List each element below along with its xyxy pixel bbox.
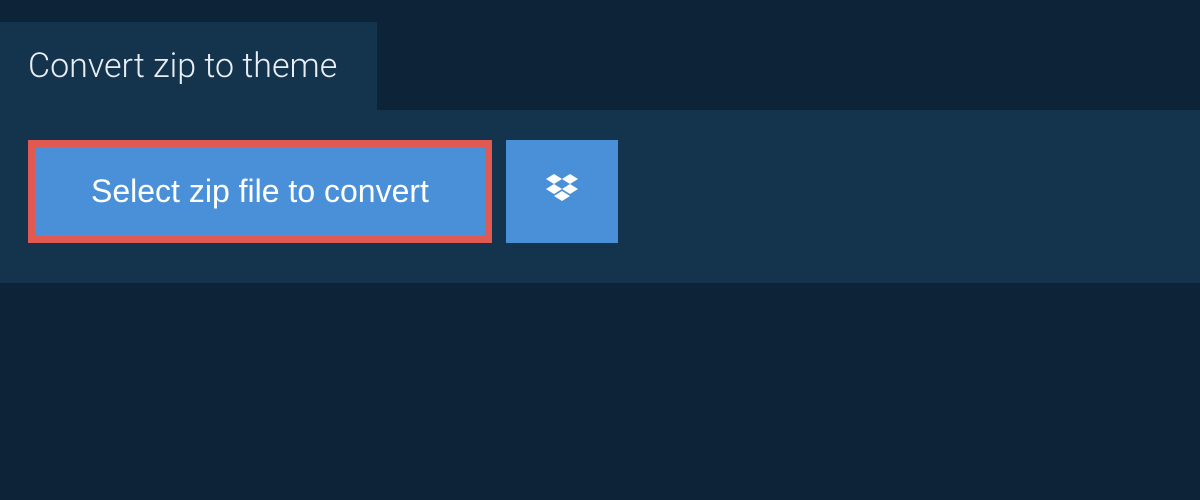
- button-row: Select zip file to convert: [28, 140, 1172, 243]
- dropbox-button[interactable]: [506, 140, 618, 243]
- upload-panel: Select zip file to convert: [0, 110, 1200, 283]
- select-file-button[interactable]: Select zip file to convert: [35, 147, 485, 236]
- select-button-highlight: Select zip file to convert: [28, 140, 492, 243]
- page-title: Convert zip to theme: [28, 46, 337, 86]
- dropbox-icon: [542, 170, 582, 213]
- select-file-label: Select zip file to convert: [91, 173, 429, 210]
- page-title-tab: Convert zip to theme: [0, 22, 377, 110]
